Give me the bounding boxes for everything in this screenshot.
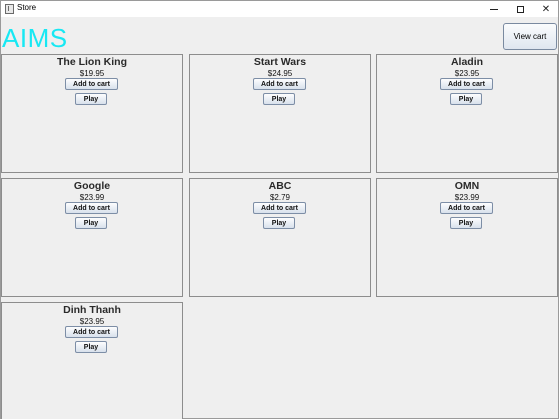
- add-to-cart-button[interactable]: Add to cart: [253, 78, 306, 90]
- play-button[interactable]: Play: [450, 217, 482, 229]
- product-title: Aladin: [450, 56, 484, 68]
- page-title: AIMS: [2, 23, 68, 53]
- product-card: ABC $2.79 Add to cart Play: [189, 178, 371, 297]
- product-title: ABC: [268, 180, 292, 192]
- play-button[interactable]: Play: [450, 93, 482, 105]
- add-to-cart-button[interactable]: Add to cart: [440, 78, 493, 90]
- close-icon: ✕: [541, 3, 551, 15]
- product-card: Dinh Thanh $23.95 Add to cart Play: [1, 302, 183, 419]
- add-to-cart-button[interactable]: Add to cart: [253, 202, 306, 214]
- window-title: Store: [17, 3, 37, 12]
- play-button[interactable]: Play: [263, 93, 295, 105]
- java-app-icon: [5, 4, 14, 14]
- product-price: $23.99: [454, 193, 480, 202]
- product-title: OMN: [454, 180, 480, 192]
- play-button[interactable]: Play: [75, 341, 107, 353]
- product-card: The Lion King $19.95 Add to cart Play: [1, 54, 183, 173]
- store-content: AIMS View cart The Lion King $19.95 Add …: [1, 17, 558, 419]
- product-price: $23.99: [79, 193, 105, 202]
- play-button[interactable]: Play: [75, 217, 107, 229]
- product-price: $23.95: [79, 317, 105, 326]
- add-to-cart-button[interactable]: Add to cart: [65, 202, 118, 214]
- add-to-cart-button[interactable]: Add to cart: [440, 202, 493, 214]
- product-title: The Lion King: [57, 56, 127, 68]
- product-title: Dinh Thanh: [63, 304, 121, 316]
- product-card: Start Wars $24.95 Add to cart Play: [189, 54, 371, 173]
- product-price: $24.95: [267, 69, 293, 78]
- product-card: Google $23.99 Add to cart Play: [1, 178, 183, 297]
- close-button[interactable]: ✕: [533, 1, 559, 17]
- play-button[interactable]: Play: [263, 217, 295, 229]
- product-card: Aladin $23.95 Add to cart Play: [376, 54, 558, 173]
- title-bar[interactable]: Store ✕: [1, 1, 558, 17]
- minimize-icon: [490, 8, 498, 10]
- play-button[interactable]: Play: [75, 93, 107, 105]
- maximize-button[interactable]: [507, 1, 533, 17]
- product-price: $2.79: [269, 193, 291, 202]
- maximize-icon: [516, 5, 524, 13]
- add-to-cart-button[interactable]: Add to cart: [65, 326, 118, 338]
- add-to-cart-button[interactable]: Add to cart: [65, 78, 118, 90]
- product-price: $23.95: [454, 69, 480, 78]
- product-title: Google: [73, 180, 111, 192]
- store-window: Store ✕ AIMS View cart The Lion King $19…: [0, 0, 559, 419]
- view-cart-button[interactable]: View cart: [503, 23, 557, 50]
- product-price: $19.95: [79, 69, 105, 78]
- product-card: OMN $23.99 Add to cart Play: [376, 178, 558, 297]
- product-title: Start Wars: [253, 56, 307, 68]
- minimize-button[interactable]: [481, 1, 507, 17]
